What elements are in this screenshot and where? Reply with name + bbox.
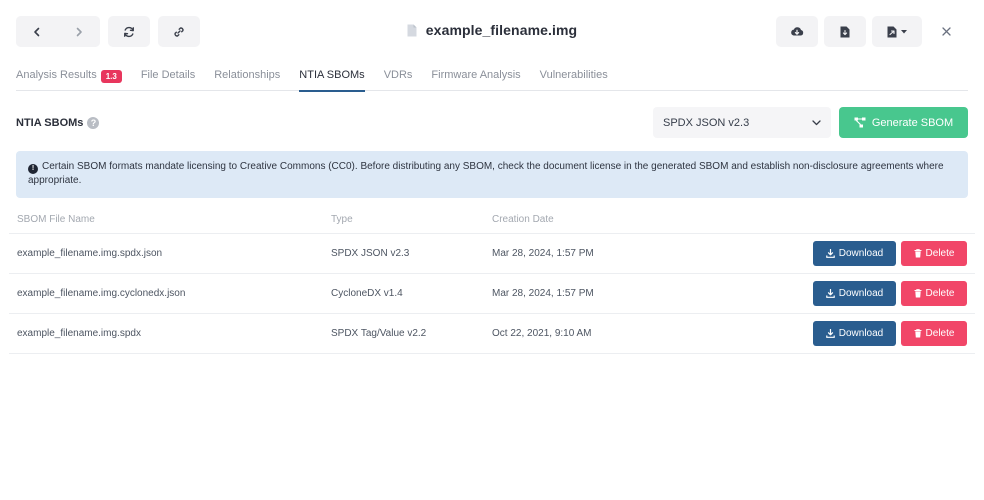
tab-vdrs[interactable]: VDRs: [384, 63, 413, 91]
export-dropdown-button[interactable]: [872, 16, 922, 47]
file-icon: [407, 24, 417, 36]
delete-button[interactable]: Delete: [901, 321, 967, 346]
section-title: NTIA SBOMs ?: [16, 116, 100, 129]
download-label: Download: [838, 288, 884, 299]
tab-label: Vulnerabilities: [539, 69, 608, 81]
download-button[interactable]: Download: [813, 241, 896, 266]
sbom-section-header: NTIA SBOMs ? SPDX JSON v2.3 Generate SBO…: [16, 107, 968, 138]
download-button[interactable]: Download: [813, 321, 896, 346]
generate-label: Generate SBOM: [871, 116, 954, 129]
cell-type: SPDX JSON v2.3: [331, 248, 410, 259]
table-row: example_filename.img.spdx.json SPDX JSON…: [9, 234, 975, 274]
toolbar-right: [776, 16, 956, 47]
delete-button[interactable]: Delete: [901, 281, 967, 306]
download-button[interactable]: Download: [813, 281, 896, 306]
cell-date: Mar 28, 2024, 1:57 PM: [492, 288, 594, 299]
delete-label: Delete: [925, 328, 955, 339]
generate-sbom-button[interactable]: Generate SBOM: [839, 107, 968, 138]
download-icon: [825, 249, 835, 258]
tab-firmware-analysis[interactable]: Firmware Analysis: [431, 63, 520, 91]
trash-icon: [914, 249, 922, 258]
download-label: Download: [838, 328, 884, 339]
download-icon: [825, 329, 835, 338]
cloud-download-button[interactable]: [776, 16, 818, 47]
tab-label: Analysis Results: [16, 69, 97, 81]
tab-vulnerabilities[interactable]: Vulnerabilities: [540, 63, 608, 91]
cell-date: Mar 28, 2024, 1:57 PM: [492, 248, 594, 259]
tab-label: Firmware Analysis: [431, 69, 521, 81]
row-actions: Download Delete: [813, 241, 975, 266]
header-creation-date: Creation Date: [492, 213, 554, 225]
cell-type: SPDX Tag/Value v2.2: [331, 328, 427, 339]
tab-file-details[interactable]: File Details: [141, 63, 195, 91]
tab-bar: Analysis Results 1.3 File Details Relati…: [16, 63, 968, 92]
download-icon: [825, 289, 835, 298]
page-title: example_filename.img: [425, 22, 578, 38]
trash-icon: [914, 289, 922, 298]
header-file-name: SBOM File Name: [17, 213, 95, 225]
row-actions: Download Delete: [813, 321, 975, 346]
cell-date: Oct 22, 2021, 9:10 AM: [492, 328, 592, 339]
close-icon: [941, 27, 951, 36]
tab-label: VDRs: [383, 69, 413, 81]
trash-icon: [914, 329, 922, 338]
tab-label: Relationships: [214, 69, 281, 81]
table-header: SBOM File Name Type Creation Date: [9, 205, 975, 234]
count-badge: 1.3: [100, 70, 122, 83]
cell-file-name: example_filename.img.spdx: [17, 328, 141, 339]
delete-label: Delete: [925, 288, 955, 299]
cell-file-name: example_filename.img.cyclonedx.json: [17, 288, 186, 299]
caret-down-icon: [901, 29, 907, 33]
section-title-text: NTIA SBOMs: [16, 116, 84, 129]
row-actions: Download Delete: [813, 281, 975, 306]
header-type: Type: [331, 213, 353, 225]
license-notice: ! Certain SBOM formats mandate licensing …: [16, 151, 968, 198]
delete-label: Delete: [925, 248, 955, 259]
tab-label: NTIA SBOMs: [299, 69, 365, 81]
cell-file-name: example_filename.img.spdx.json: [17, 248, 163, 259]
tab-ntia-sboms[interactable]: NTIA SBOMs: [299, 63, 366, 92]
table-row: example_filename.img.spdx SPDX Tag/Value…: [9, 314, 975, 354]
file-export-icon: [887, 26, 897, 37]
selected-format: SPDX JSON v2.3: [663, 116, 750, 129]
sbom-format-select[interactable]: SPDX JSON v2.3: [653, 107, 831, 138]
tab-analysis-results[interactable]: Analysis Results 1.3: [16, 63, 122, 91]
cell-type: CycloneDX v1.4: [331, 288, 403, 299]
sbom-table: SBOM File Name Type Creation Date exampl…: [9, 205, 975, 354]
report-button[interactable]: [824, 16, 866, 47]
table-row: example_filename.img.cyclonedx.json Cycl…: [9, 274, 975, 314]
download-label: Download: [838, 248, 884, 259]
notice-text: Certain SBOM formats mandate licensing t…: [28, 161, 944, 186]
tab-label: File Details: [140, 69, 196, 81]
exclamation-circle-icon: !: [28, 164, 38, 174]
help-icon[interactable]: ?: [87, 116, 100, 129]
close-button[interactable]: [936, 16, 956, 47]
chevron-down-icon: [812, 119, 821, 125]
delete-button[interactable]: Delete: [901, 241, 967, 266]
file-report-icon: [840, 26, 850, 37]
cloud-download-icon: [791, 27, 804, 36]
diagram-icon: [854, 117, 866, 128]
tab-relationships[interactable]: Relationships: [214, 63, 280, 91]
